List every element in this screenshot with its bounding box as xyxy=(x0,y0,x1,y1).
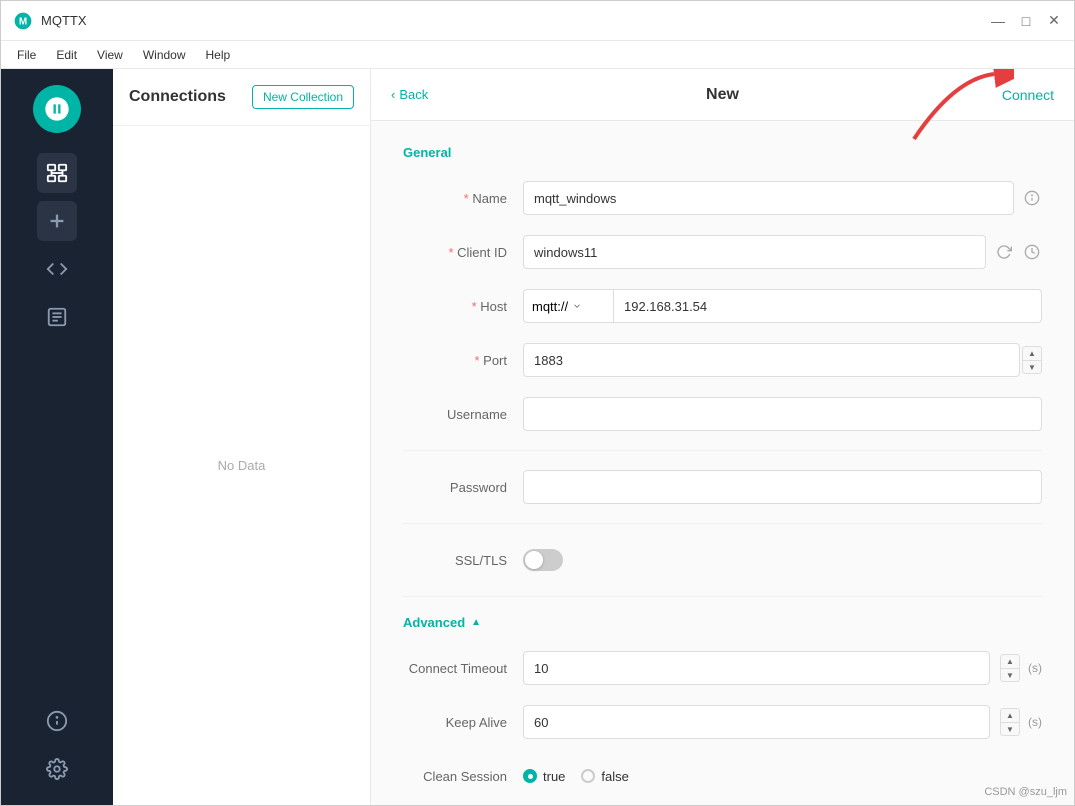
port-spinner: ▲ ▼ xyxy=(1022,346,1042,374)
watermark: CSDN @szu_ljm xyxy=(984,786,1067,798)
name-row: * Name xyxy=(403,180,1042,216)
app-logo: M xyxy=(13,11,33,31)
menu-help[interactable]: Help xyxy=(198,44,239,66)
timeout-spin-up[interactable]: ▲ xyxy=(1000,654,1020,668)
connect-timeout-input[interactable] xyxy=(523,651,990,685)
sidebar-script-icon[interactable] xyxy=(37,249,77,289)
connect-timeout-label: Connect Timeout xyxy=(403,661,523,676)
general-section-title: General xyxy=(403,145,1042,160)
sidebar-logo xyxy=(33,85,81,133)
timeout-group: ▲ ▼ (s) xyxy=(523,651,1042,685)
sidebar-info-icon[interactable] xyxy=(37,701,77,741)
divider-1 xyxy=(403,450,1042,451)
port-spin-up[interactable]: ▲ xyxy=(1022,346,1042,360)
form-area: General * Name xyxy=(371,121,1074,805)
host-input[interactable] xyxy=(613,289,1042,323)
clean-session-false-option[interactable]: false xyxy=(581,769,628,784)
keep-alive-spin-down[interactable]: ▼ xyxy=(1000,722,1020,736)
title-bar: M MQTTX — □ ✕ xyxy=(1,1,1074,41)
name-label: * Name xyxy=(403,191,523,206)
port-row: * Port ▲ ▼ xyxy=(403,342,1042,378)
connect-timeout-unit: (s) xyxy=(1028,661,1042,675)
minimize-button[interactable]: — xyxy=(990,13,1006,29)
main-content: ‹ Back New Connect xyxy=(371,69,1074,805)
divider-3 xyxy=(403,596,1042,597)
new-collection-button[interactable]: New Collection xyxy=(252,85,354,109)
divider-2 xyxy=(403,523,1042,524)
keep-alive-spin-up[interactable]: ▲ xyxy=(1000,708,1020,722)
timeout-spinner: ▲ ▼ xyxy=(1000,654,1020,682)
keep-alive-label: Keep Alive xyxy=(403,715,523,730)
ssl-tls-label: SSL/TLS xyxy=(403,553,523,568)
main-header: ‹ Back New Connect xyxy=(371,69,1074,121)
keep-alive-group: ▲ ▼ (s) xyxy=(523,705,1042,739)
port-group: ▲ ▼ xyxy=(523,343,1042,377)
back-label: Back xyxy=(399,87,428,102)
page-title: New xyxy=(706,86,739,104)
timeout-spin-down[interactable]: ▼ xyxy=(1000,668,1020,682)
svg-text:M: M xyxy=(19,16,27,27)
keep-alive-input[interactable] xyxy=(523,705,990,739)
sidebar-add-icon[interactable] xyxy=(37,201,77,241)
clean-session-label: Clean Session xyxy=(403,769,523,784)
protocol-select[interactable]: mqtt:// xyxy=(523,289,613,323)
client-id-refresh-icon[interactable] xyxy=(994,242,1014,262)
password-row: Password xyxy=(403,469,1042,505)
menu-bar: File Edit View Window Help xyxy=(1,41,1074,69)
sidebar xyxy=(1,69,113,805)
keep-alive-unit: (s) xyxy=(1028,715,1042,729)
connections-body: No Data xyxy=(113,126,370,805)
ssl-tls-row: SSL/TLS xyxy=(403,542,1042,578)
clean-session-true-option[interactable]: true xyxy=(523,769,565,784)
maximize-button[interactable]: □ xyxy=(1018,13,1034,29)
no-data-label: No Data xyxy=(218,458,266,473)
client-id-row: * Client ID xyxy=(403,234,1042,270)
password-input[interactable] xyxy=(523,470,1042,504)
menu-edit[interactable]: Edit xyxy=(48,44,85,66)
app-title: MQTTX xyxy=(41,13,990,28)
clean-session-row: Clean Session true false xyxy=(403,758,1042,794)
back-chevron: ‹ xyxy=(391,87,395,102)
username-row: Username xyxy=(403,396,1042,432)
clean-session-false-radio xyxy=(581,769,595,783)
menu-window[interactable]: Window xyxy=(135,44,194,66)
username-label: Username xyxy=(403,407,523,422)
sidebar-connections-icon[interactable] xyxy=(37,153,77,193)
menu-file[interactable]: File xyxy=(9,44,44,66)
ssl-toggle[interactable] xyxy=(523,549,563,571)
client-id-input[interactable] xyxy=(523,235,986,269)
close-button[interactable]: ✕ xyxy=(1046,13,1062,29)
username-input[interactable] xyxy=(523,397,1042,431)
connect-button[interactable]: Connect xyxy=(1002,87,1054,103)
clean-session-radio-group: true false xyxy=(523,769,629,784)
back-button[interactable]: ‹ Back xyxy=(391,87,428,102)
host-label: * Host xyxy=(403,299,523,314)
name-input[interactable] xyxy=(523,181,1014,215)
port-spin-down[interactable]: ▼ xyxy=(1022,360,1042,374)
port-label: * Port xyxy=(403,353,523,368)
keep-alive-spinner: ▲ ▼ xyxy=(1000,708,1020,736)
advanced-chevron: ▲ xyxy=(471,617,481,628)
connections-title: Connections xyxy=(129,88,226,106)
clean-session-true-radio xyxy=(523,769,537,783)
connections-header: Connections New Collection xyxy=(113,69,370,126)
connections-panel: Connections New Collection No Data xyxy=(113,69,371,805)
client-id-time-icon[interactable] xyxy=(1022,242,1042,262)
ssl-toggle-knob xyxy=(525,551,543,569)
advanced-section-title[interactable]: Advanced ▲ xyxy=(403,615,1042,630)
client-id-label: * Client ID xyxy=(403,245,523,260)
password-label: Password xyxy=(403,480,523,495)
name-info-icon[interactable] xyxy=(1022,188,1042,208)
connect-timeout-row: Connect Timeout ▲ ▼ (s) xyxy=(403,650,1042,686)
sidebar-log-icon[interactable] xyxy=(37,297,77,337)
host-group: mqtt:// xyxy=(523,289,1042,323)
menu-view[interactable]: View xyxy=(89,44,131,66)
host-row: * Host mqtt:// xyxy=(403,288,1042,324)
keep-alive-row: Keep Alive ▲ ▼ (s) xyxy=(403,704,1042,740)
port-input[interactable] xyxy=(523,343,1020,377)
window-controls: — □ ✕ xyxy=(990,13,1062,29)
sidebar-settings-icon[interactable] xyxy=(37,749,77,789)
